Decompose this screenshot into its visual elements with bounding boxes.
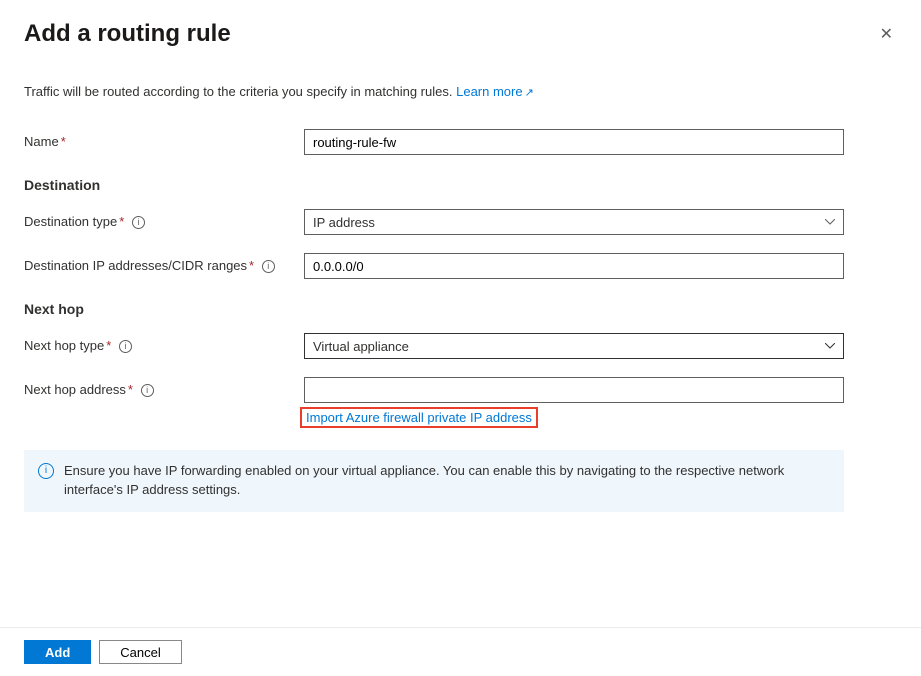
destination-cidr-input[interactable] xyxy=(304,253,844,279)
info-callout: i Ensure you have IP forwarding enabled … xyxy=(24,450,844,512)
description-text: Traffic will be routed according to the … xyxy=(24,84,452,99)
name-label: Name* xyxy=(24,129,304,149)
destination-section-title: Destination xyxy=(24,177,897,193)
destination-type-label: Destination type* i xyxy=(24,209,304,229)
info-icon[interactable]: i xyxy=(262,260,275,273)
page-title: Add a routing rule xyxy=(24,20,231,48)
next-hop-type-value: Virtual appliance xyxy=(313,339,409,354)
destination-cidr-label: Destination IP addresses/CIDR ranges* i xyxy=(24,253,304,273)
import-firewall-ip-link[interactable]: Import Azure firewall private IP address xyxy=(300,407,538,428)
footer: Add Cancel xyxy=(0,627,921,676)
name-input[interactable] xyxy=(304,129,844,155)
destination-type-value: IP address xyxy=(313,215,375,230)
cancel-button[interactable]: Cancel xyxy=(99,640,181,664)
info-icon[interactable]: i xyxy=(132,216,145,229)
close-icon[interactable]: ✕ xyxy=(876,20,897,48)
chevron-down-icon xyxy=(825,217,835,227)
description: Traffic will be routed according to the … xyxy=(24,84,897,99)
next-hop-type-dropdown[interactable]: Virtual appliance xyxy=(304,333,844,359)
info-icon[interactable]: i xyxy=(119,340,132,353)
next-hop-address-input[interactable] xyxy=(304,377,844,403)
next-hop-section-title: Next hop xyxy=(24,301,897,317)
external-link-icon: ↗ xyxy=(525,87,534,99)
chevron-down-icon xyxy=(825,341,835,351)
destination-type-dropdown[interactable]: IP address xyxy=(304,209,844,235)
next-hop-type-label: Next hop type* i xyxy=(24,333,304,353)
learn-more-link[interactable]: Learn more↗ xyxy=(456,84,534,99)
add-button[interactable]: Add xyxy=(24,640,91,664)
info-icon: i xyxy=(38,463,54,479)
next-hop-address-label: Next hop address* i xyxy=(24,377,304,397)
callout-text: Ensure you have IP forwarding enabled on… xyxy=(64,462,830,500)
info-icon[interactable]: i xyxy=(141,384,154,397)
